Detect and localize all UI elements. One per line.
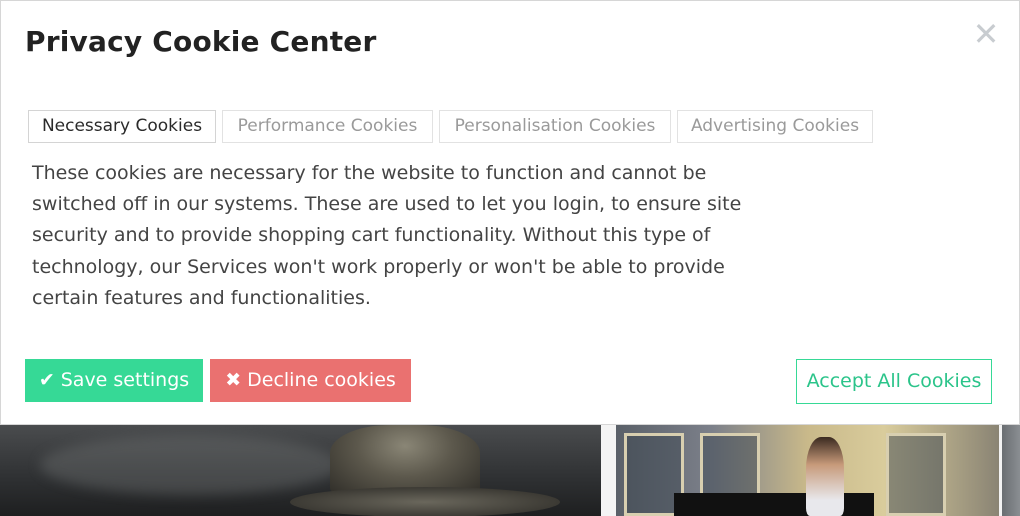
check-icon: ✔: [38, 369, 55, 391]
cookie-tabs: Necessary Cookies Performance Cookies Pe…: [28, 110, 873, 143]
save-settings-label: Save settings: [60, 369, 190, 391]
save-settings-button[interactable]: ✔ Save settings: [25, 359, 203, 402]
tab-necessary-cookies[interactable]: Necessary Cookies: [28, 110, 216, 143]
accept-all-cookies-button[interactable]: Accept All Cookies: [796, 359, 992, 404]
close-icon[interactable]: ✕: [971, 18, 1001, 50]
tab-performance-cookies[interactable]: Performance Cookies: [222, 110, 433, 143]
pianist-image: [616, 425, 999, 516]
modal-title: Privacy Cookie Center: [25, 25, 377, 58]
tab-description: These cookies are necessary for the webs…: [32, 162, 742, 309]
image-gap: [601, 425, 616, 516]
x-icon: ✖: [225, 369, 242, 391]
tab-personalisation-cookies[interactable]: Personalisation Cookies: [439, 110, 671, 143]
decline-cookies-button[interactable]: ✖ Decline cookies: [210, 359, 411, 402]
image-edge: [999, 425, 1020, 516]
firefighter-helmet-image: [0, 425, 601, 516]
decline-cookies-label: Decline cookies: [247, 369, 396, 391]
privacy-cookie-modal: Privacy Cookie Center ✕ Necessary Cookie…: [0, 0, 1020, 425]
tab-advertising-cookies[interactable]: Advertising Cookies: [677, 110, 873, 143]
